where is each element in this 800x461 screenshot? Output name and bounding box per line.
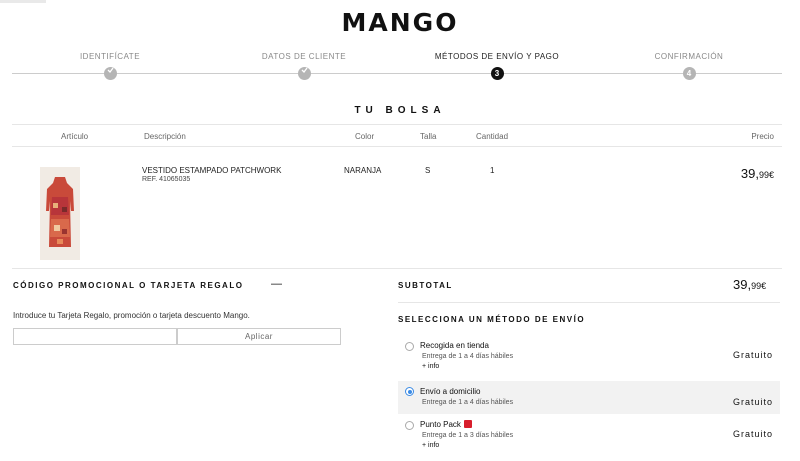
- step-datos-cliente[interactable]: DATOS DE CLIENTE: [204, 50, 404, 80]
- option-delivery-days: Entrega de 1 a 4 días hábiles: [422, 399, 514, 406]
- shipping-option-punto-pack[interactable]: Punto Pack Entrega de 1 a 3 días hábiles…: [398, 418, 780, 451]
- check-icon: [103, 67, 117, 80]
- subtotal-label: SUBTOTAL: [398, 281, 453, 290]
- checkout-steps: IDENTIFÍCATE DATOS DE CLIENTE MÉTODOS DE…: [12, 50, 782, 90]
- price-integer: 39,: [740, 166, 759, 181]
- step-number: 4: [682, 67, 696, 80]
- step-label: DATOS DE CLIENTE: [261, 52, 347, 61]
- option-delivery-days: Entrega de 1 a 3 días hábiles: [422, 432, 514, 439]
- punto-pack-icon: [463, 420, 472, 428]
- radio-button-selected[interactable]: [405, 387, 414, 396]
- shipping-title: SELECCIONA UN MÉTODO DE ENVÍO: [398, 315, 586, 324]
- subtotal-divider: [398, 302, 780, 303]
- radio-button[interactable]: [405, 342, 414, 351]
- option-price: Gratuito: [732, 429, 773, 439]
- bag-title: TU BOLSA: [354, 105, 446, 116]
- option-price: Gratuito: [732, 350, 773, 360]
- row-divider: [12, 268, 782, 269]
- more-info-link[interactable]: + info: [422, 363, 439, 370]
- shipping-option-domicilio[interactable]: Envío a domicilio Entrega de 1 a 4 días …: [398, 381, 780, 414]
- product-ref: REF. 41065035: [142, 176, 191, 183]
- promo-title: CÓDIGO PROMOCIONAL O TARJETA REGALO: [13, 281, 244, 290]
- option-price: Gratuito: [732, 397, 773, 407]
- step-label: MÉTODOS DE ENVÍO Y PAGO: [434, 52, 560, 61]
- browser-tab-strip: [0, 0, 46, 3]
- option-name: Punto Pack: [420, 420, 472, 429]
- option-delivery-days: Entrega de 1 a 4 días hábiles: [422, 353, 514, 360]
- bag-table-header: Artículo Descripción Color Talla Cantida…: [12, 124, 782, 147]
- step-metodos-envio-pago: MÉTODOS DE ENVÍO Y PAGO 3: [397, 50, 597, 80]
- header-description: Descripción: [144, 132, 186, 141]
- promo-collapse-toggle[interactable]: —: [271, 278, 282, 290]
- product-size: S: [425, 166, 431, 175]
- header-size: Talla: [420, 132, 437, 141]
- mango-logo[interactable]: MANGO: [0, 8, 800, 37]
- step-identificate[interactable]: IDENTIFÍCATE: [10, 50, 210, 80]
- check-icon: [297, 67, 311, 80]
- price-currency: €: [768, 170, 774, 180]
- product-price: 39,99€: [741, 166, 774, 181]
- step-label: CONFIRMACIÓN: [654, 52, 724, 61]
- promo-description: Introduce tu Tarjeta Regalo, promoción o…: [13, 311, 250, 320]
- step-number: 3: [490, 67, 504, 80]
- radio-button[interactable]: [405, 421, 414, 430]
- price-decimals: 99: [758, 170, 769, 180]
- header-color: Color: [355, 132, 375, 141]
- shipping-option-recogida[interactable]: Recogida en tienda Entrega de 1 a 4 días…: [398, 339, 780, 372]
- option-name-text: Punto Pack: [420, 420, 461, 429]
- option-name: Envío a domicilio: [420, 387, 481, 396]
- header-quantity: Cantidad: [476, 132, 509, 141]
- subtotal-currency: €: [761, 281, 767, 291]
- step-confirmacion: CONFIRMACIÓN 4: [589, 50, 789, 80]
- product-name[interactable]: VESTIDO ESTAMPADO PATCHWORK: [142, 166, 281, 175]
- more-info-link[interactable]: + info: [422, 442, 439, 449]
- header-price: Precio: [751, 132, 774, 141]
- header-article: Artículo: [61, 132, 89, 141]
- product-quantity: 1: [490, 166, 495, 175]
- product-color: NARANJA: [344, 166, 382, 175]
- product-image[interactable]: [40, 167, 80, 260]
- subtotal-value: 39,99€: [733, 277, 766, 292]
- step-label: IDENTIFÍCATE: [79, 52, 141, 61]
- subtotal-integer: 39,: [733, 277, 752, 292]
- apply-button[interactable]: Aplicar: [177, 328, 341, 345]
- promo-code-input[interactable]: [13, 328, 177, 345]
- subtotal-decimals: 99: [751, 281, 762, 291]
- option-name: Recogida en tienda: [420, 341, 489, 350]
